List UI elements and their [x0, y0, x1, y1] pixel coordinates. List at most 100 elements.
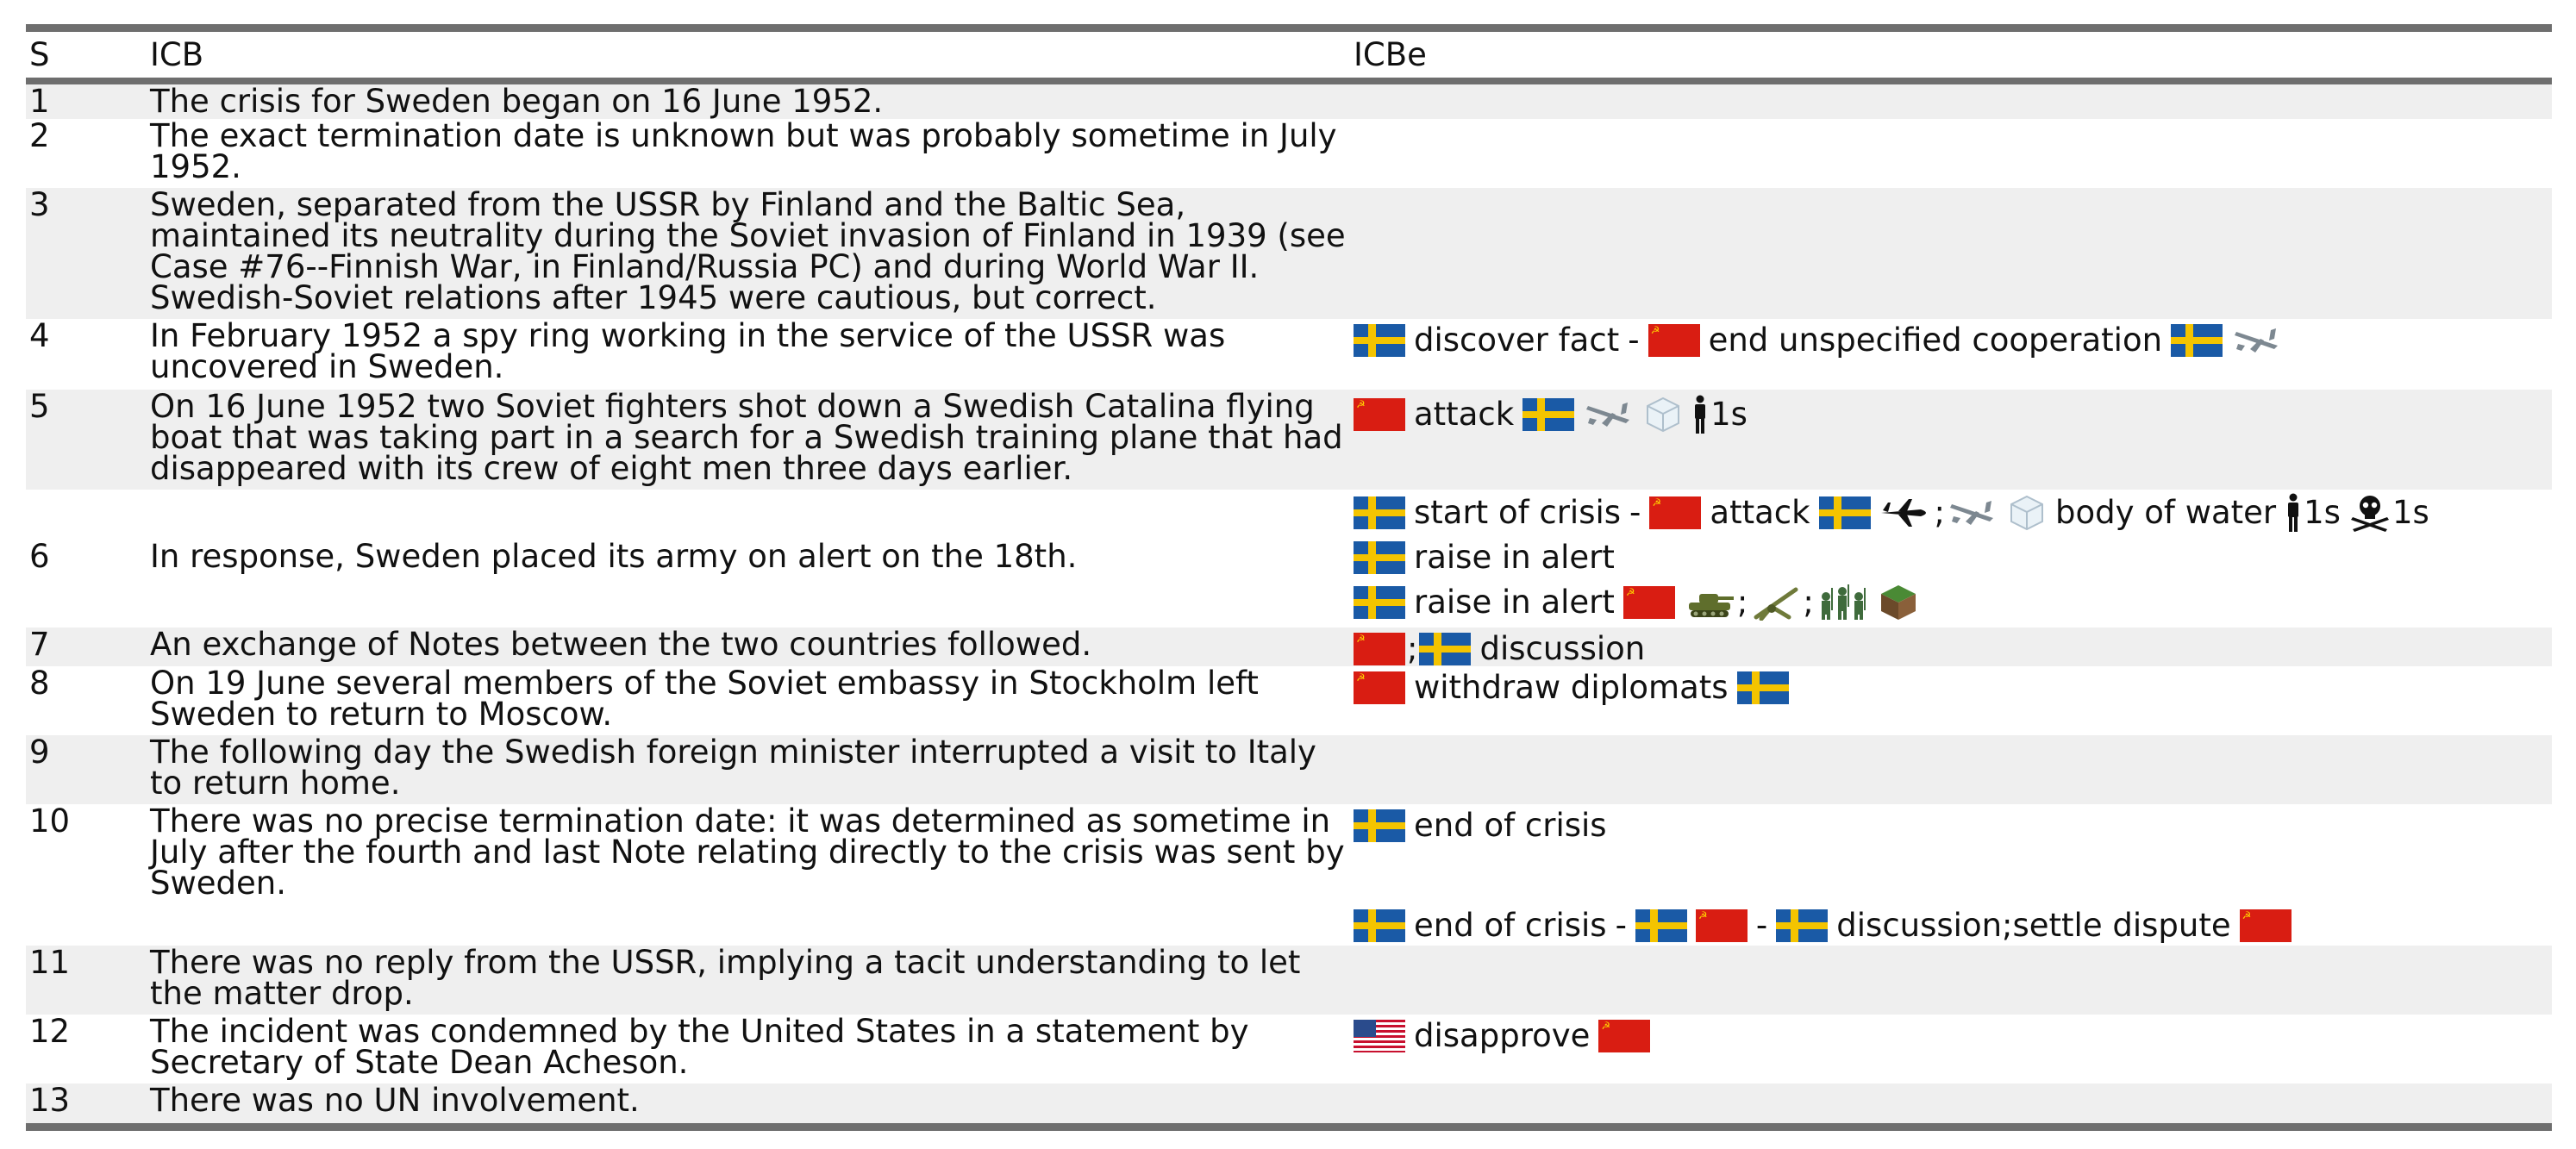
row-number: 2 [29, 117, 50, 154]
table-row: 13 There was no UN involvement. [26, 1083, 2552, 1123]
bottom-rule [26, 1123, 2552, 1131]
icbe-event: end of crisis - - discussion;settle disp… [1354, 906, 2300, 946]
death-count: 1s [2392, 494, 2429, 531]
row-number: 7 [29, 626, 50, 663]
row-number: 10 [29, 802, 71, 840]
icb-text: Sweden, separated from the USSR by Finla… [150, 186, 1346, 316]
header-s: S [29, 36, 50, 73]
icb-text: In response, Sweden placed its army on a… [150, 538, 1078, 575]
icbe-event: disapprove [1354, 1016, 1659, 1056]
event-separator: - [1629, 494, 1641, 531]
event-separator: - [1628, 322, 1640, 359]
ussr-flag-icon [1695, 909, 1748, 942]
row-number: 12 [29, 1013, 71, 1050]
sweden-flag-icon [1354, 909, 1405, 942]
sweden-flag-icon [1776, 909, 1829, 942]
icb-text: The following day the Swedish foreign mi… [150, 734, 1316, 802]
artillery-icon [1754, 587, 1798, 621]
header-icbe: ICBe [1354, 36, 1427, 73]
row-number: 11 [29, 944, 71, 981]
table-row: 5 On 16 June 1952 two Soviet fighters sh… [26, 390, 2552, 490]
table-row: 1 The crisis for Sweden began on 16 June… [26, 84, 2552, 119]
sweden-flag-icon [1354, 541, 1405, 574]
top-rule [26, 24, 2552, 32]
event-separator: ; [1736, 584, 1748, 621]
event-label: start of crisis [1414, 494, 1622, 531]
row-number: 5 [29, 388, 50, 425]
icbe-event: withdraw diplomats [1354, 668, 1798, 708]
table-row: 10 There was no precise termination date… [26, 804, 2552, 946]
table-row: 4 In February 1952 a spy ring working in… [26, 319, 2552, 390]
event-label: disapprove [1414, 1017, 1591, 1054]
ussr-flag-icon [1354, 633, 1405, 665]
water-cube-icon [1647, 397, 1680, 433]
icb-text: The exact termination date is unknown bu… [150, 117, 1337, 185]
icbe-event: ; discussion [1354, 629, 1654, 669]
table-row: 2 The exact termination date is unknown … [26, 119, 2552, 188]
ussr-flag-icon [1623, 586, 1675, 619]
ussr-flag-icon [1598, 1020, 1651, 1052]
sweden-flag-icon [1354, 586, 1405, 619]
icb-text: There was no reply from the USSR, implyi… [150, 944, 1301, 1012]
icb-text: There was no precise termination date: i… [150, 802, 1345, 902]
event-label: discover fact [1414, 322, 1620, 359]
icbe-event: attack 1s [1354, 395, 1756, 434]
icb-text: On 16 June 1952 two Soviet fighters shot… [150, 388, 1343, 487]
fighter-jet-icon [1880, 499, 1926, 527]
ussr-flag-icon [1648, 324, 1700, 357]
icb-icbe-comparison-table: S ICB ICBe 1 The crisis for Sweden began… [26, 24, 2552, 1131]
row-number: 9 [29, 734, 50, 771]
icb-text: The crisis for Sweden began on 16 June 1… [150, 83, 884, 120]
person-icon [2288, 493, 2299, 532]
event-label: discussion [1479, 630, 1646, 667]
ussr-flag-icon [1354, 398, 1405, 431]
crashed-plane-icon [1950, 501, 1993, 525]
event-label: end of crisis [1414, 807, 1607, 844]
usa-flag-icon [1354, 1020, 1405, 1052]
table-row: 3 Sweden, separated from the USSR by Fin… [26, 188, 2552, 319]
land-block-icon [1880, 585, 1916, 620]
sweden-flag-icon [1419, 633, 1472, 665]
event-separator: - [1615, 907, 1627, 944]
water-cube-icon [2010, 495, 2043, 531]
crashed-plane-icon [2235, 328, 2279, 353]
icbe-event: end of crisis [1354, 806, 1616, 846]
ussr-flag-icon [2239, 909, 2292, 942]
event-separator: - [1755, 907, 1768, 944]
row-number: 13 [29, 1082, 71, 1119]
row-number: 8 [29, 665, 50, 702]
tank-icon [1688, 594, 1734, 617]
icbe-event: raise in alert ; ; [1354, 583, 1928, 622]
icbe-event: discover fact - end unspecified cooperat… [1354, 321, 2292, 360]
sweden-flag-icon [1818, 496, 1871, 529]
skull-crossbones-icon [2350, 496, 2389, 532]
icb-text: The incident was condemned by the United… [150, 1013, 1249, 1081]
table-header: S ICB ICBe [26, 32, 2552, 78]
soldiers-icon [1821, 584, 1866, 620]
sweden-flag-icon [1635, 909, 1687, 942]
event-label: end unspecified cooperation [1708, 322, 2163, 359]
icbe-event: raise in alert [1354, 538, 1623, 578]
row-number: 6 [29, 538, 50, 575]
icb-text: There was no UN involvement. [150, 1082, 640, 1119]
event-label: raise in alert [1414, 539, 1615, 576]
table-row: 9 The following day the Swedish foreign … [26, 735, 2552, 804]
event-label: raise in alert [1414, 584, 1615, 621]
icb-text: On 19 June several members of the Soviet… [150, 665, 1259, 733]
table-row: 7 An exchange of Notes between the two c… [26, 628, 2552, 666]
event-label: withdraw diplomats [1414, 669, 1729, 706]
sweden-flag-icon [1354, 324, 1405, 357]
icb-text: An exchange of Notes between the two cou… [150, 626, 1092, 663]
event-separator: ; [1407, 630, 1418, 667]
sweden-flag-icon [1736, 671, 1789, 704]
sweden-flag-icon [1354, 496, 1405, 529]
header-icb: ICB [150, 36, 204, 73]
event-label: body of water [2055, 494, 2277, 531]
event-label: discussion;settle dispute [1836, 907, 2231, 944]
event-label: attack [1710, 494, 1810, 531]
casualty-count: 1s [1710, 396, 1748, 433]
sweden-flag-icon [1354, 809, 1405, 842]
person-icon [1695, 395, 1706, 434]
event-separator: ; [1803, 584, 1814, 621]
event-label: end of crisis [1414, 907, 1607, 944]
